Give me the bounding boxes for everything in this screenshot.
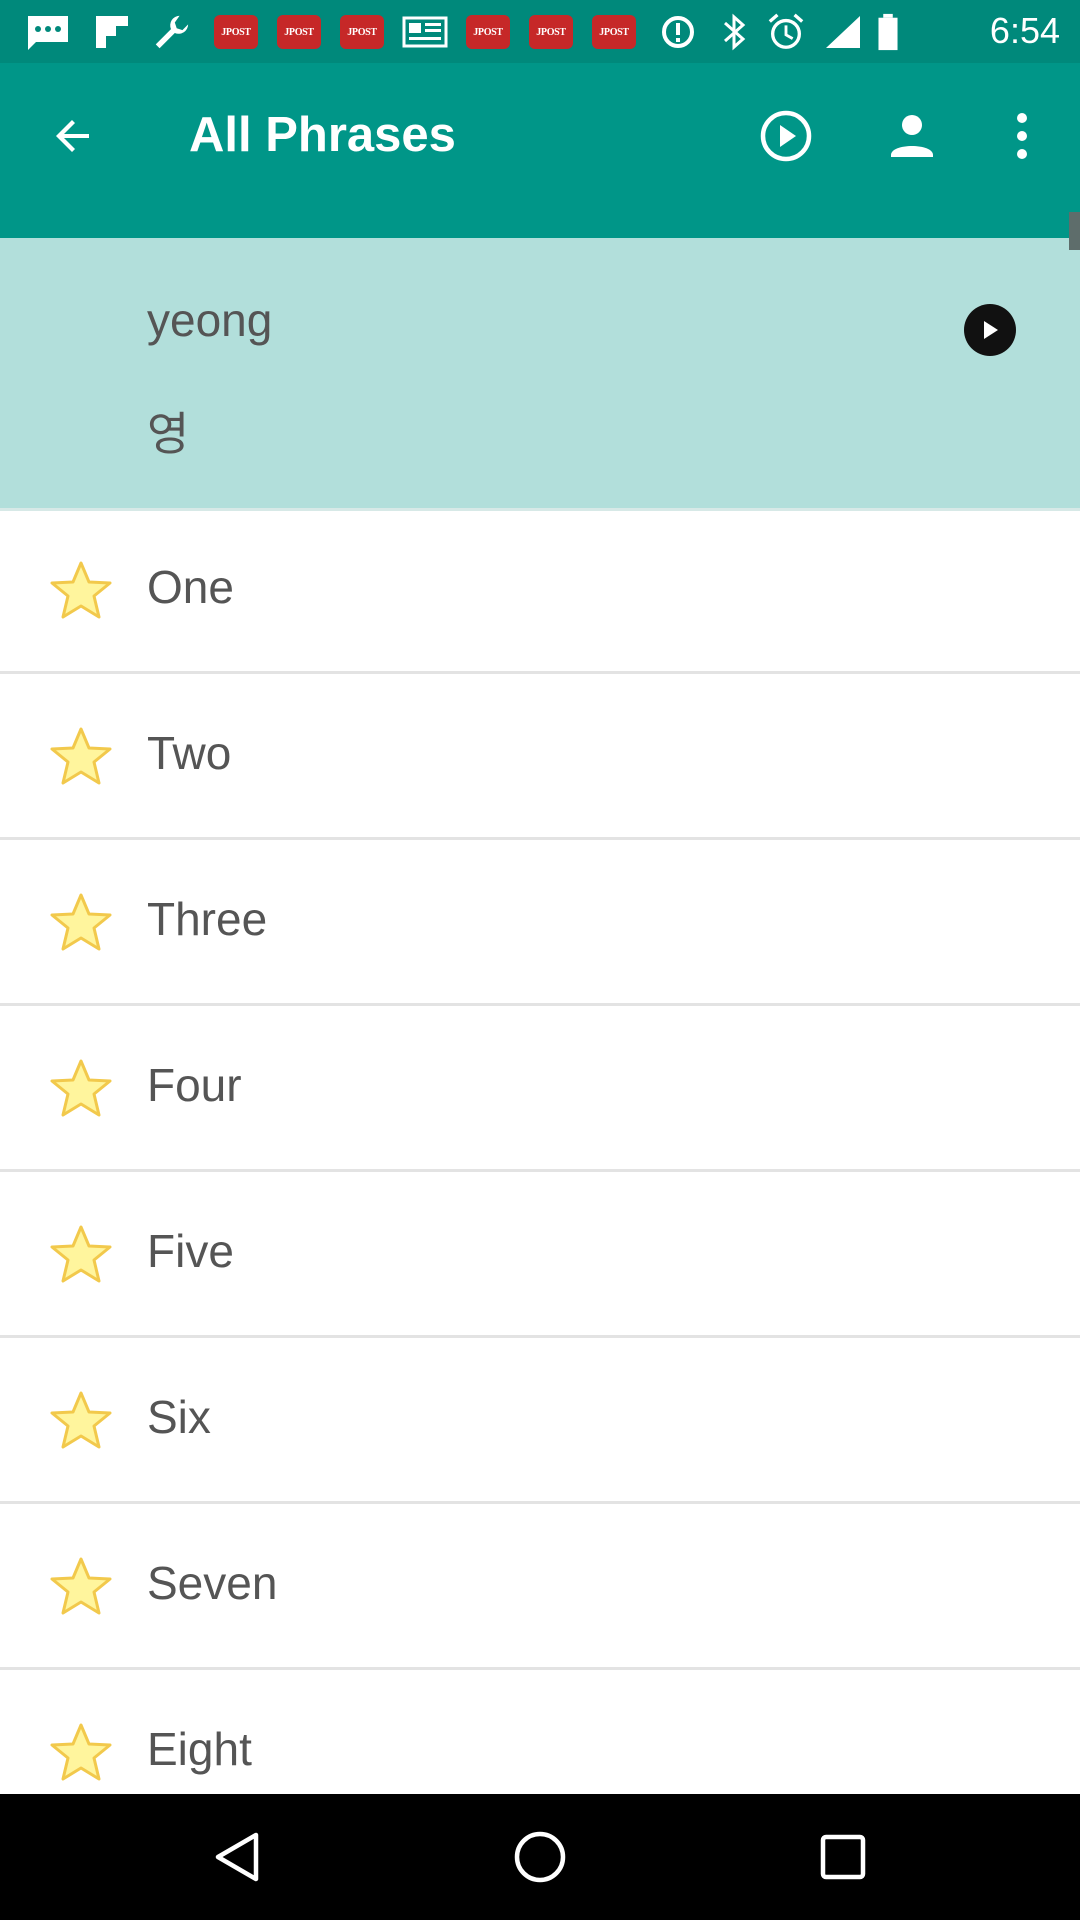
jpost-notification-icon: JPOST <box>340 15 384 49</box>
system-nav-bar <box>0 1794 1080 1920</box>
phrase-label: Seven <box>147 1557 278 1609</box>
phrase-label: Five <box>147 1225 234 1277</box>
data-saver-icon <box>662 16 694 48</box>
star-icon[interactable] <box>48 1720 114 1786</box>
bluetooth-icon <box>724 13 746 51</box>
battery-icon <box>878 13 898 51</box>
flipboard-icon <box>96 16 128 48</box>
nav-recents-button[interactable] <box>808 1822 878 1892</box>
scrollbar-thumb[interactable] <box>1069 212 1080 250</box>
phrase-list: One Two Three Four Five Six Seven Eight <box>0 508 1080 1836</box>
messages-icon <box>28 16 68 50</box>
wrench-icon <box>155 15 189 49</box>
list-item[interactable]: Three <box>0 840 1080 1006</box>
jpost-notification-icon: JPOST <box>466 15 510 49</box>
play-circle-icon <box>760 110 812 162</box>
account-icon <box>891 115 933 157</box>
list-item[interactable]: One <box>0 508 1080 674</box>
phrase-label: Six <box>147 1391 211 1443</box>
star-icon[interactable] <box>48 890 114 956</box>
overflow-menu-button[interactable] <box>972 63 1072 209</box>
star-icon[interactable] <box>48 1222 114 1288</box>
star-icon[interactable] <box>48 558 114 624</box>
jpost-notification-icon: JPOST <box>277 15 321 49</box>
play-phrase-button[interactable] <box>964 304 1016 356</box>
page-title: All Phrases <box>189 108 456 162</box>
jpost-notification-icon: JPOST <box>529 15 573 49</box>
alarm-icon <box>768 13 804 49</box>
phrase-label: Three <box>147 893 268 945</box>
more-vert-icon <box>1017 113 1027 159</box>
list-item[interactable]: Four <box>0 1006 1080 1172</box>
clock: 6:54 <box>989 10 1060 51</box>
account-button[interactable] <box>862 63 962 209</box>
back-triangle-icon <box>215 1832 259 1882</box>
list-item[interactable]: Five <box>0 1172 1080 1338</box>
nav-home-button[interactable] <box>505 1822 575 1892</box>
nav-back-button[interactable] <box>202 1822 272 1892</box>
phrase-label: Four <box>147 1059 242 1111</box>
romanization-text: yeong <box>147 294 273 346</box>
star-icon[interactable] <box>48 1056 114 1122</box>
back-arrow-icon <box>56 120 89 152</box>
signal-icon <box>826 16 860 48</box>
selected-phrase-card[interactable]: yeong 영 <box>0 238 1080 511</box>
star-icon[interactable] <box>48 1554 114 1620</box>
back-button[interactable] <box>23 63 123 209</box>
play-icon <box>984 321 998 339</box>
native-script-text: 영 <box>147 408 190 460</box>
home-circle-icon <box>514 1831 566 1883</box>
app-toolbar: All Phrases <box>0 63 1080 238</box>
star-icon[interactable] <box>48 1388 114 1454</box>
phrase-label: Eight <box>147 1723 252 1775</box>
recents-square-icon <box>820 1834 866 1880</box>
jpost-notification-icon: JPOST <box>592 15 636 49</box>
phrase-label: One <box>147 561 234 613</box>
play-all-button[interactable] <box>736 63 836 209</box>
list-item[interactable]: Six <box>0 1338 1080 1504</box>
star-icon[interactable] <box>48 724 114 790</box>
status-bar: JPOST JPOST JPOST JPOST JPOST JPOST 6:54 <box>0 0 1080 63</box>
news-icon <box>402 16 448 48</box>
list-item[interactable]: Seven <box>0 1504 1080 1670</box>
list-item[interactable]: Two <box>0 674 1080 840</box>
jpost-notification-icon: JPOST <box>214 15 258 49</box>
phrase-label: Two <box>147 727 232 779</box>
